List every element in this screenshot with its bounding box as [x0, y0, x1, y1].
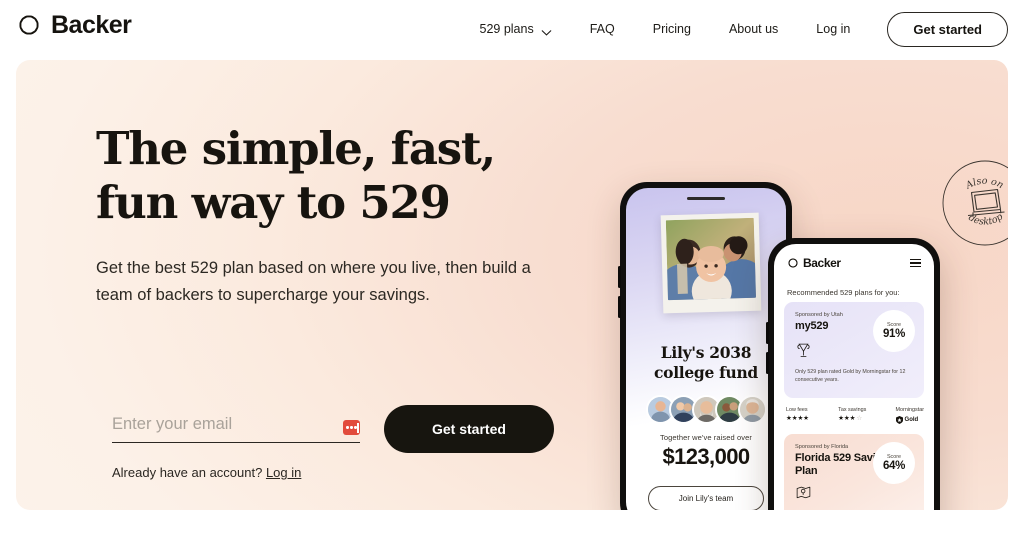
medal-value: Gold: [904, 417, 919, 423]
stat-morningstar: Morningstar Gold: [895, 407, 924, 424]
family-photo: [665, 217, 756, 301]
plan-card-my529[interactable]: Sponsored by Utah my529 Only 529 plan ra…: [784, 302, 924, 398]
nav-item-label: 529 plans: [479, 22, 534, 36]
recommended-plans-heading: Recommended 529 plans for you:: [787, 288, 900, 297]
volume-button: [618, 296, 621, 318]
password-manager-icon[interactable]: [343, 420, 360, 435]
plan-note: Only 529 plan rated Gold by Morningstar …: [795, 369, 906, 384]
plan-stats-my529: Low fees ★★★★ Tax savings ★★★ ☆ Morningst…: [786, 407, 924, 424]
hero-get-started-button[interactable]: Get started: [384, 405, 554, 453]
backer-rosette-logo-icon: [788, 258, 798, 268]
plan-score-badge: Score 91%: [873, 310, 915, 352]
morningstar-medal: Gold: [895, 416, 924, 424]
stat-tax-savings: Tax savings ★★★ ☆: [838, 407, 866, 424]
rating-stars: ★★★ ☆: [838, 415, 863, 422]
phone-mockup-plans: Backer Recommended 529 plans for you: Sp…: [766, 238, 940, 510]
svg-text:Also on: Also on: [963, 176, 1005, 192]
nav-item-faq[interactable]: FAQ: [571, 22, 634, 36]
volume-button: [618, 266, 621, 288]
nav-item-log-in[interactable]: Log in: [797, 22, 869, 36]
raised-amount: $123,000: [662, 444, 751, 469]
score-value: 64%: [882, 460, 906, 472]
stat-label: Morningstar: [895, 407, 924, 413]
backer-avatars: [626, 395, 786, 424]
raised-label: Together we've raised over: [660, 433, 752, 442]
fund-title: Lily's 2038 college fund: [626, 343, 786, 383]
score-value: 91%: [882, 328, 906, 340]
signup-form: Get started: [112, 405, 554, 453]
app-brand-name: Backer: [803, 256, 841, 270]
landing-page: Backer 529 plans FAQ Pricing About us Lo…: [0, 0, 1024, 538]
already-have-account-text: Already have an account?: [112, 465, 263, 480]
nav-links: 529 plans FAQ Pricing About us Log in Ge…: [461, 0, 1008, 58]
volume-button: [766, 352, 769, 374]
app-header: Backer: [774, 256, 934, 270]
volume-button: [766, 322, 769, 344]
email-input[interactable]: [112, 415, 322, 434]
app-brand-logo: Backer: [787, 256, 841, 270]
brand-name: Backer: [51, 10, 132, 39]
pw-cursor: [357, 422, 359, 433]
hero-section: The simple, fast, fun way to 529 Get the…: [16, 60, 1008, 510]
top-navigation-bar: Backer 529 plans FAQ Pricing About us Lo…: [0, 0, 1024, 58]
also-on-desktop-badge: Also on desktop: [942, 160, 1008, 246]
email-field-wrapper[interactable]: [112, 415, 360, 443]
brand-logo[interactable]: Backer: [16, 10, 132, 39]
hero-copy: The simple, fast, fun way to 529 Get the…: [96, 122, 566, 309]
stat-low-fees: Low fees ★★★★: [786, 407, 809, 424]
stat-label: Low fees: [786, 407, 808, 413]
backer-rosette-logo-icon: [16, 12, 42, 38]
pw-dot: [346, 426, 349, 429]
nav-item-pricing[interactable]: Pricing: [634, 22, 710, 36]
stat-label: Tax savings: [838, 407, 867, 413]
shield-medal-icon: [895, 416, 903, 424]
nav-get-started-button[interactable]: Get started: [887, 11, 1008, 47]
map-pin-icon: [795, 485, 913, 507]
chevron-down-icon: [541, 26, 552, 36]
plan-card-florida-529[interactable]: Sponsored by Florida Florida 529 Savings…: [784, 434, 924, 510]
fund-title-line-2: college fund: [654, 362, 758, 382]
family-photo-polaroid: [660, 212, 762, 314]
nav-item-about-us[interactable]: About us: [710, 22, 797, 36]
headline-line-2: fun way to 529: [96, 175, 451, 229]
join-team-button[interactable]: Join Lily's team: [648, 486, 764, 510]
hero-subtext: Get the best 529 plan based on where you…: [96, 259, 531, 305]
headline-line-1: The simple, fast,: [96, 122, 496, 175]
avatar: [737, 395, 767, 424]
page-title: The simple, fast, fun way to 529: [96, 122, 566, 229]
login-link[interactable]: Log in: [266, 465, 301, 480]
phone-speaker: [687, 197, 725, 201]
fund-title-line-1: Lily's 2038: [660, 343, 752, 362]
pw-dot: [350, 426, 353, 429]
rating-stars: ★★★★: [786, 415, 809, 422]
hamburger-menu-icon[interactable]: [910, 258, 921, 268]
phone-screen-fund: Lily's 2038 college fund Together we've …: [626, 188, 786, 510]
phone-screen-plans: Backer Recommended 529 plans for you: Sp…: [774, 244, 934, 510]
phone-mockup-fund: Lily's 2038 college fund Together we've …: [618, 182, 792, 510]
already-have-account: Already have an account? Log in: [112, 465, 301, 480]
nav-item-529-plans[interactable]: 529 plans: [461, 22, 571, 36]
plan-score-badge: Score 64%: [873, 442, 915, 484]
